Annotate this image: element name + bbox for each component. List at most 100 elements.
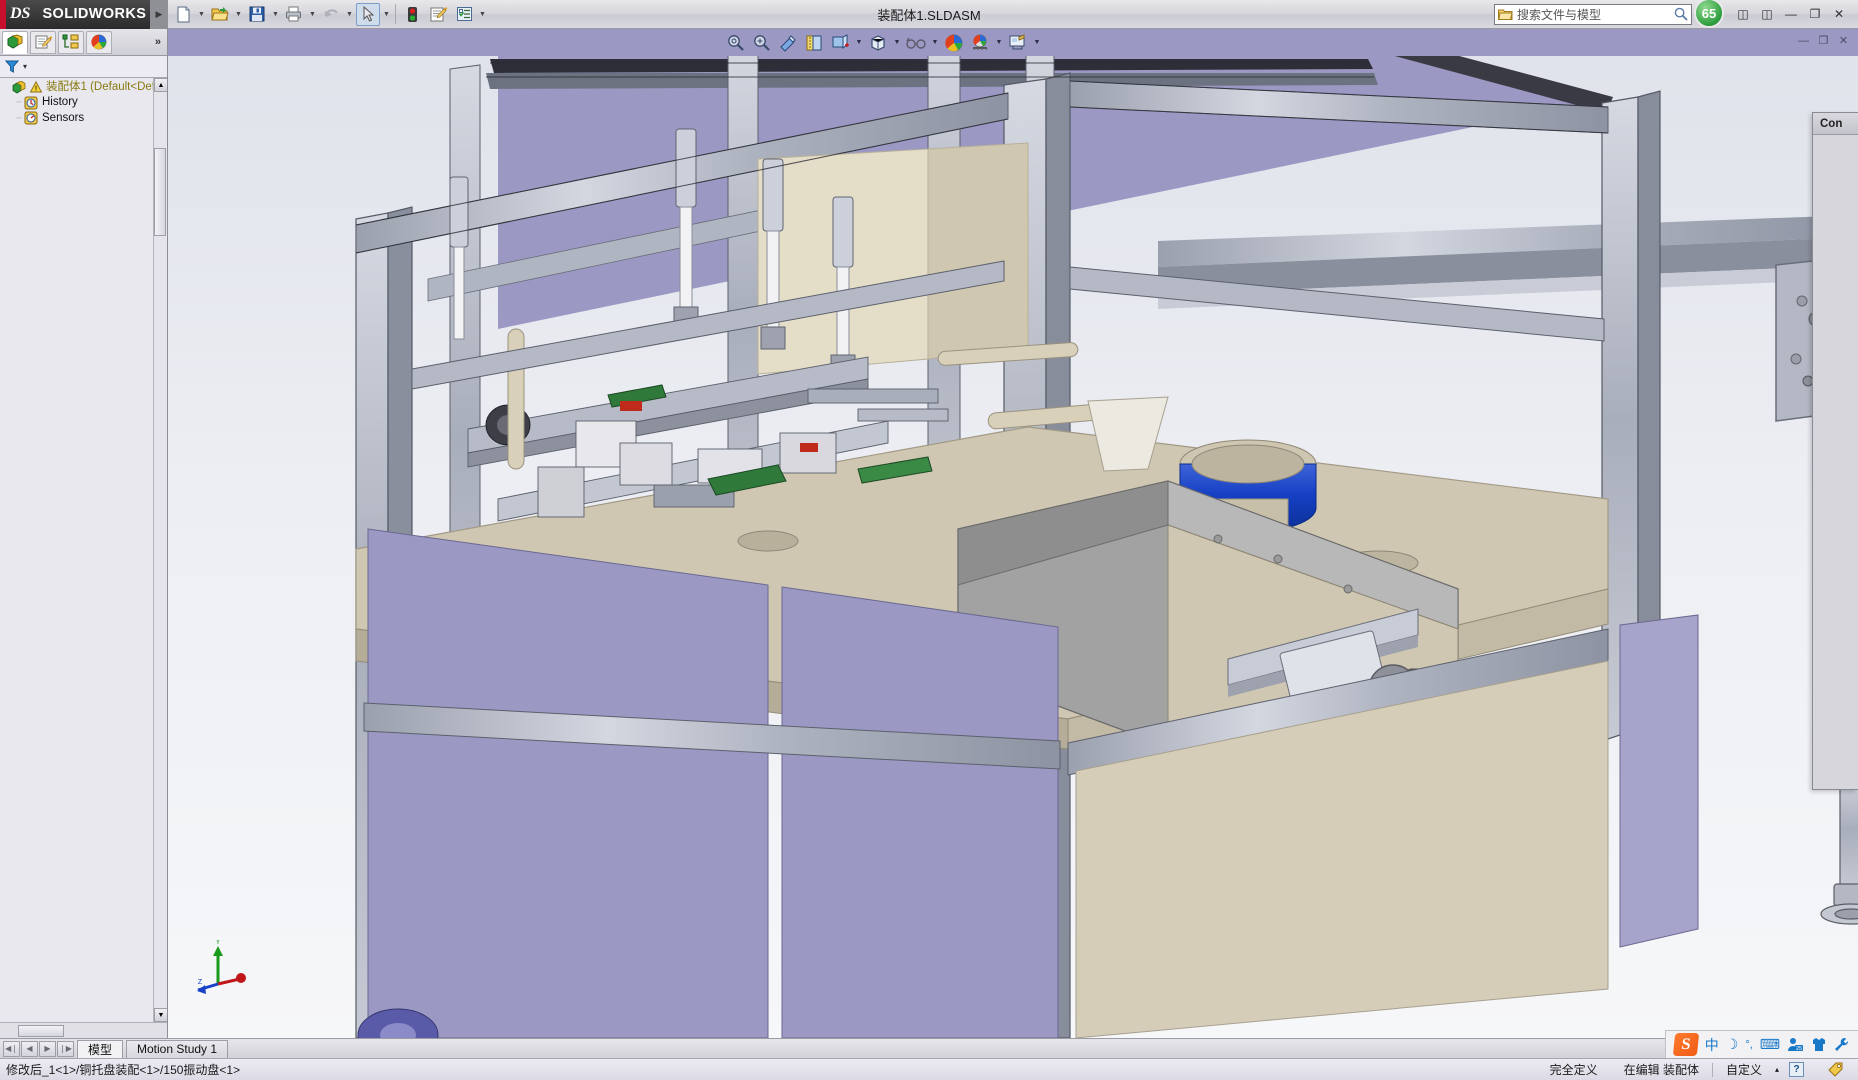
feature-manager-panel: » ▾ ! 装配体1 (Default<Defaul ┈ History ┈ Sensor… <box>0 29 168 1038</box>
status-right-group: 完全定义 在编辑 装配体 自定义 ▴ ? <box>1537 1061 1858 1078</box>
document-window-buttons: — ❐ ✕ <box>1795 32 1852 49</box>
glasses-icon[interactable] <box>904 31 928 54</box>
last-tab-button[interactable]: ❘▶ <box>57 1040 74 1057</box>
assembly-icon <box>12 80 27 95</box>
tab-motion-study[interactable]: Motion Study 1 <box>126 1039 229 1058</box>
print-document-caret-icon[interactable]: ▼ <box>307 3 318 26</box>
warning-icon: ! <box>30 80 43 95</box>
menu-expand-arrow-icon[interactable]: ▶ <box>150 0 168 29</box>
graphics-viewport[interactable]: Y Z <box>168 56 1858 1038</box>
view-orientation-icon[interactable] <box>802 31 826 54</box>
status-customize-caret-icon[interactable]: ▴ <box>1775 1065 1789 1074</box>
filter-caret-icon[interactable]: ▾ <box>23 62 27 71</box>
svg-text:!: ! <box>35 85 37 92</box>
assembly-3d-model <box>168 56 1858 1038</box>
help-version-badge[interactable]: 65 <box>1694 0 1724 28</box>
viewport-caret-icon[interactable]: ▼ <box>1032 31 1042 54</box>
viewport-icon[interactable] <box>1006 31 1030 54</box>
doc-minimize-button[interactable]: — <box>1795 32 1812 49</box>
doc-restore-button[interactable]: ❐ <box>1815 32 1832 49</box>
appearance-caret-icon[interactable]: ▼ <box>930 31 940 54</box>
title-bar: DS SOLIDWORKS ▶ ▼ ▼ ▼ ▼ ▼ ▼ ▼ 装配体1.SLDAS… <box>0 0 1858 29</box>
next-tab-button[interactable]: ▶ <box>39 1040 56 1057</box>
hide-show-caret-icon[interactable]: ▼ <box>892 31 902 54</box>
tree-item[interactable]: ┈ Sensors <box>0 111 167 126</box>
status-help-button[interactable]: ? <box>1789 1062 1804 1077</box>
horizontal-scrollbar-thumb[interactable] <box>18 1024 64 1037</box>
open-document-button[interactable] <box>208 3 232 26</box>
ime-moon-icon[interactable]: ☽ <box>1726 1036 1739 1053</box>
search-area: 搜索文件与模型 65 ◫ ◫ — ❐ ✕ <box>1494 0 1858 29</box>
svg-text:25: 25 <box>1796 1046 1802 1052</box>
sogou-ime-logo[interactable]: S <box>1672 1033 1699 1056</box>
ime-language-chinese-icon[interactable]: 中 <box>1705 1035 1719 1055</box>
scene-caret-icon[interactable]: ▼ <box>994 31 1004 54</box>
rebuild-button[interactable] <box>400 3 424 26</box>
undo-caret-icon: ▼ <box>346 10 353 18</box>
new-document-button[interactable] <box>171 3 195 26</box>
options-button[interactable] <box>426 3 450 26</box>
feature-manager-more-tabs[interactable]: » <box>155 36 167 48</box>
document-properties-button[interactable] <box>452 3 476 26</box>
display-style-icon[interactable] <box>828 31 852 54</box>
svg-text:Y: Y <box>216 940 221 946</box>
select-tool-caret-icon[interactable]: ▼ <box>381 3 392 26</box>
section-view-icon[interactable] <box>776 31 800 54</box>
tree-item-label: History <box>42 96 78 109</box>
new-document-caret-icon[interactable]: ▼ <box>196 3 207 26</box>
feature-tree[interactable]: ! 装配体1 (Default<Defaul ┈ History ┈ Sensors ▲ … <box>0 78 167 1022</box>
tab-navigation-buttons: ◀❘ ◀ ▶ ❘▶ <box>0 1040 74 1057</box>
print-document-button[interactable] <box>282 3 306 26</box>
window-button-restore-panel-left[interactable]: ◫ <box>1732 4 1754 24</box>
display-style-caret-icon[interactable]: ▼ <box>854 31 864 54</box>
tree-item-label: 装配体1 (Default<Defaul <box>46 81 153 94</box>
undo-button[interactable] <box>319 3 343 26</box>
restore-window-button[interactable]: ❐ <box>1804 4 1826 24</box>
ime-keyboard-icon[interactable]: ⌨ <box>1760 1036 1780 1053</box>
ime-settings-icon[interactable] <box>1834 1037 1850 1052</box>
scrollbar-thumb[interactable] <box>154 148 166 236</box>
sphere-color-icon[interactable] <box>942 31 966 54</box>
feature-tree-filter[interactable]: ▾ <box>0 56 167 78</box>
window-button-restore-panel-right[interactable]: ◫ <box>1756 4 1778 24</box>
standard-toolbar: ▼ ▼ ▼ ▼ ▼ ▼ ▼ <box>168 0 490 29</box>
scroll-up-button[interactable]: ▲ <box>154 78 167 92</box>
minimize-window-button[interactable]: — <box>1780 4 1802 24</box>
ime-skin-icon[interactable] <box>1811 1037 1827 1052</box>
logo-ds-mark: DS <box>10 5 31 22</box>
svg-text:Z: Z <box>198 979 203 986</box>
search-magnifier-icon[interactable] <box>1674 7 1688 21</box>
zoom-area-icon[interactable] <box>750 31 774 54</box>
sphere-scene-icon[interactable] <box>968 31 992 54</box>
feature-manager-tab[interactable] <box>2 30 28 54</box>
feature-tree-horizontal-scrollbar[interactable] <box>0 1022 167 1038</box>
tree-item[interactable]: ┈ History <box>0 95 167 110</box>
document-properties-caret-icon[interactable]: ▼ <box>477 3 488 26</box>
cube-icon[interactable] <box>866 31 890 54</box>
status-customize-button[interactable]: 自定义 <box>1713 1061 1775 1078</box>
select-tool-button[interactable] <box>356 2 380 26</box>
ime-toolbox-icon[interactable]: 25 <box>1787 1037 1804 1053</box>
save-document-button[interactable] <box>245 3 269 26</box>
property-manager-tab[interactable] <box>30 30 56 54</box>
tab-model[interactable]: 模型 <box>77 1039 124 1058</box>
scroll-down-button[interactable]: ▼ <box>154 1008 167 1022</box>
zoom-fit-icon[interactable] <box>724 31 748 54</box>
open-document-caret-icon[interactable]: ▼ <box>233 3 244 26</box>
first-tab-button[interactable]: ◀❘ <box>3 1040 20 1057</box>
configuration-manager-tab[interactable] <box>58 30 84 54</box>
tag-icon[interactable] <box>1804 1062 1858 1077</box>
tree-item[interactable]: ! 装配体1 (Default<Defaul <box>0 80 167 95</box>
command-manager-flyout[interactable]: Con <box>1812 112 1858 790</box>
save-document-caret-icon[interactable]: ▼ <box>270 3 281 26</box>
close-window-button[interactable]: ✕ <box>1828 4 1850 24</box>
previous-tab-button[interactable]: ◀ <box>21 1040 38 1057</box>
tree-connector: ┈ <box>16 97 22 108</box>
feature-tree-scrollbar[interactable]: ▲ ▼ <box>153 78 167 1022</box>
solidworks-logo: DS SOLIDWORKS <box>0 0 150 29</box>
ime-toolbar: S 中 ☽ °, ⌨ 25 <box>1664 1030 1858 1058</box>
search-input[interactable]: 搜索文件与模型 <box>1494 3 1692 25</box>
doc-close-button[interactable]: ✕ <box>1835 32 1852 49</box>
ime-punctuation-icon[interactable]: °, <box>1745 1039 1752 1051</box>
display-manager-tab[interactable] <box>86 30 112 54</box>
